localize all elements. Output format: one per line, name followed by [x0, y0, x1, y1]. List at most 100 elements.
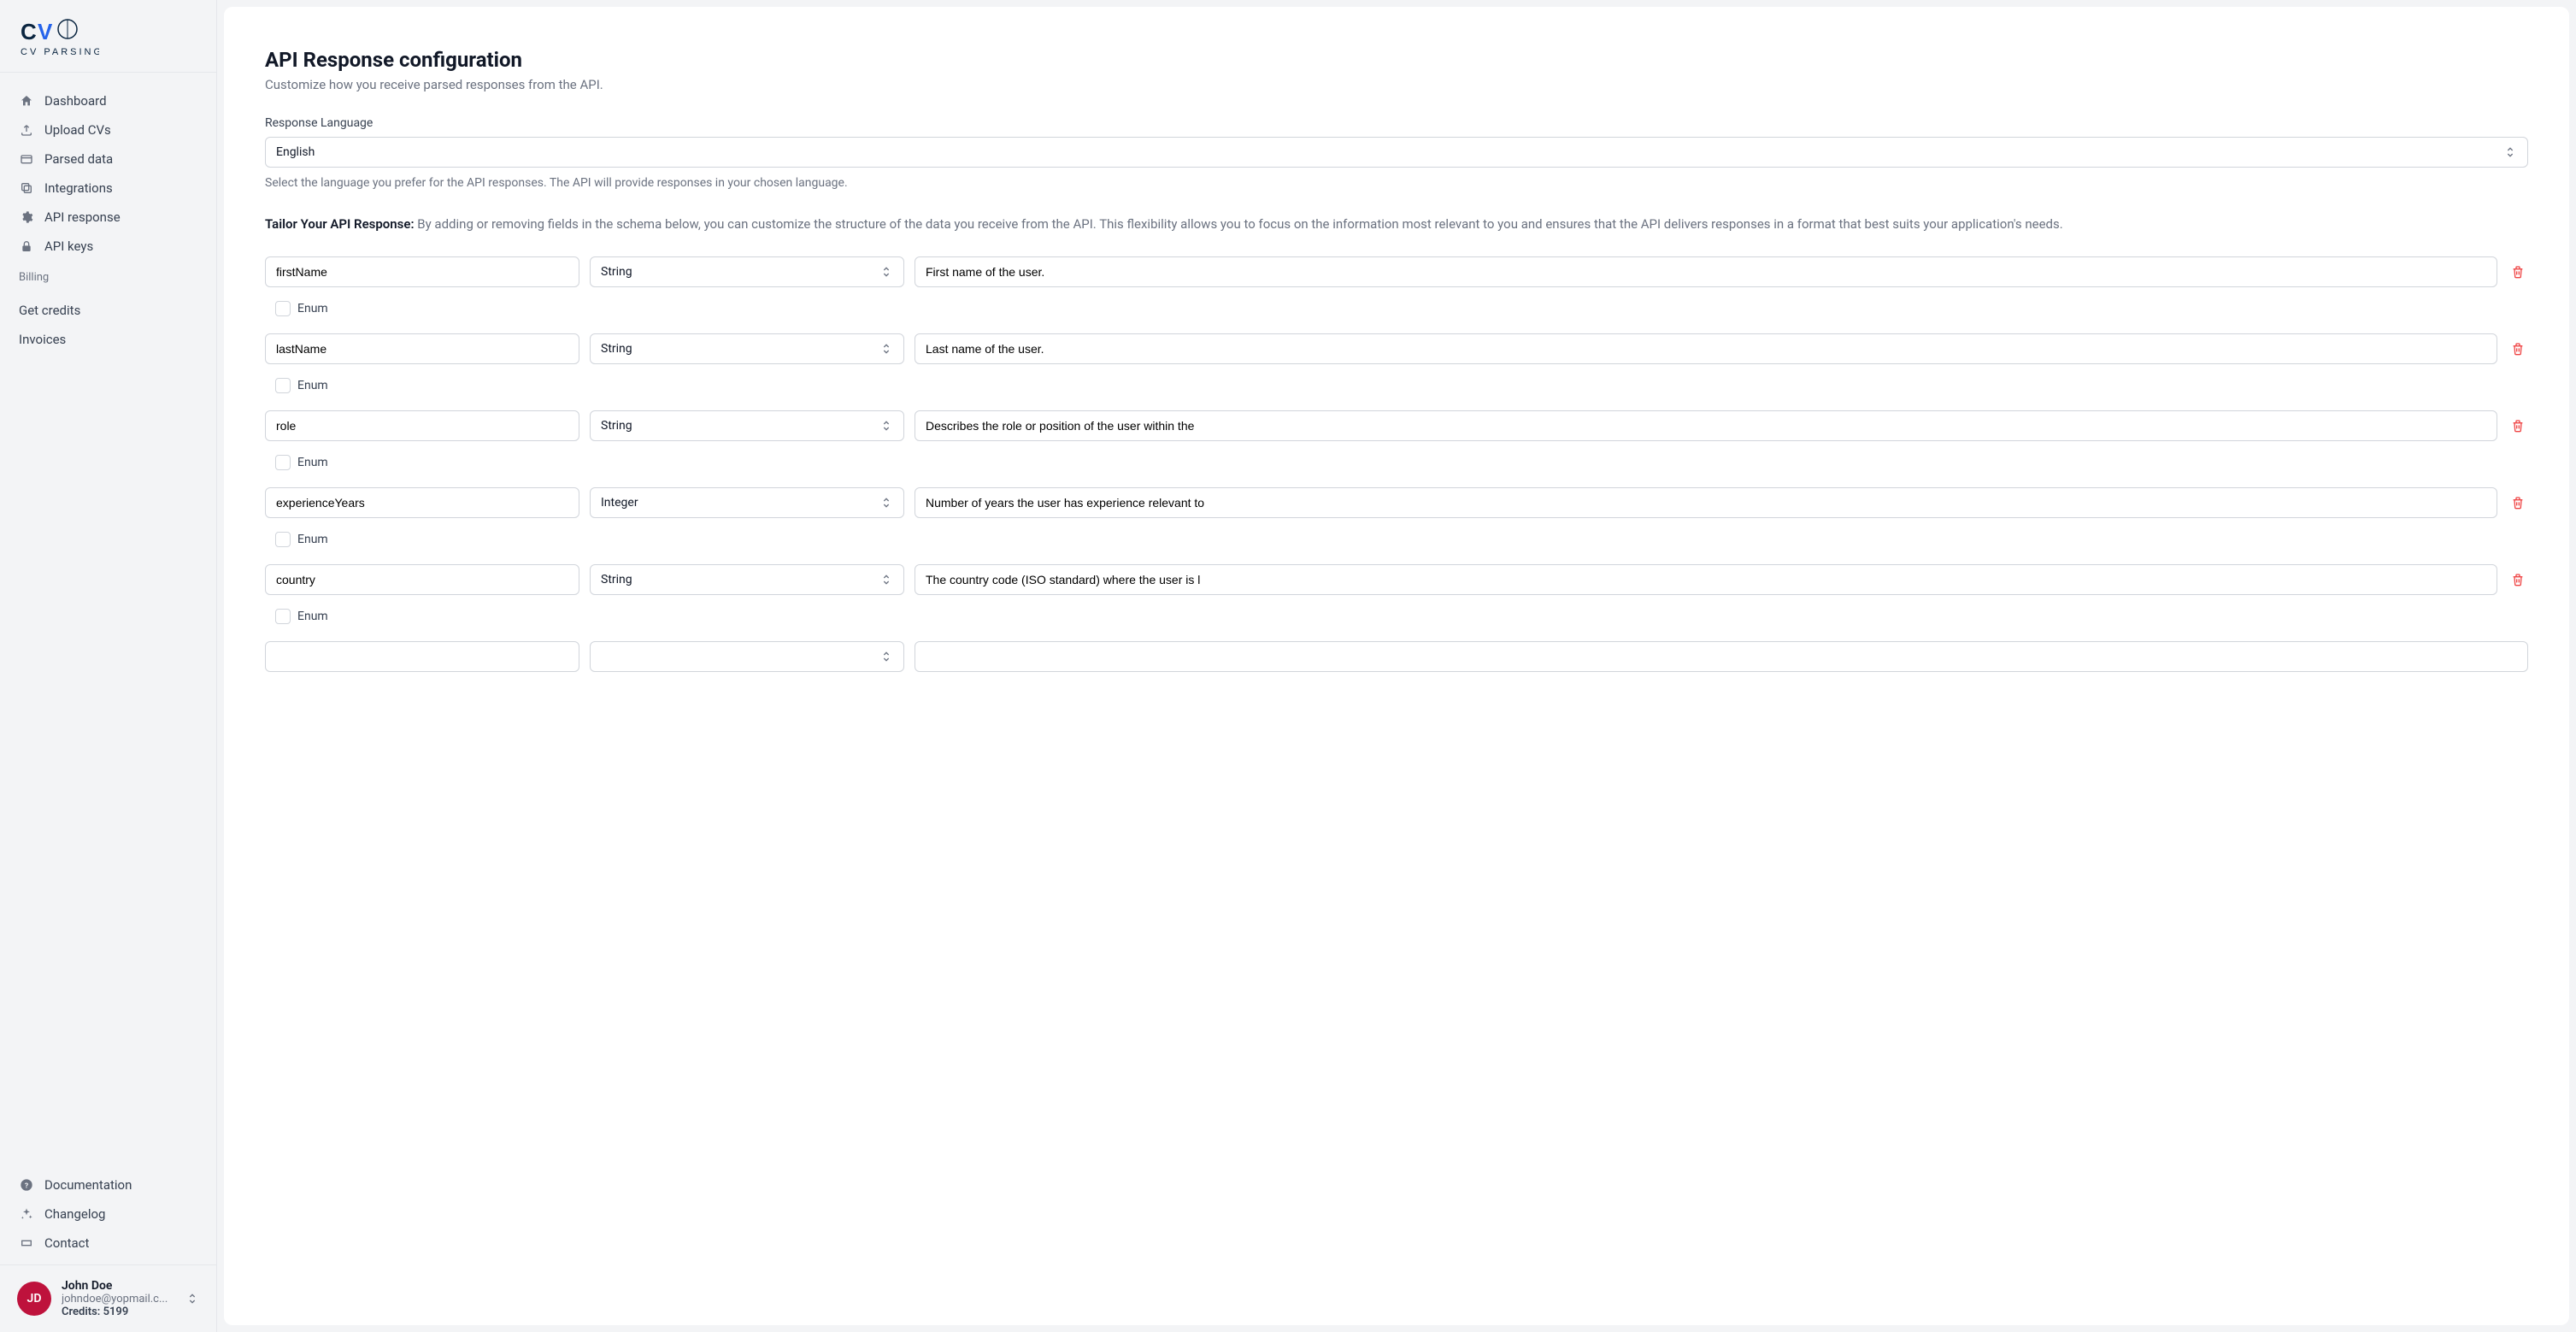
- nav-label: Documentation: [44, 1177, 132, 1193]
- select-value: String: [601, 265, 632, 279]
- response-language-select[interactable]: English: [265, 137, 2528, 168]
- user-name: John Doe: [62, 1279, 175, 1293]
- field-name-input[interactable]: [265, 641, 579, 672]
- delete-field-button[interactable]: [2508, 416, 2528, 436]
- field-type-select[interactable]: [590, 641, 904, 672]
- schema-field-row: String: [265, 333, 2528, 364]
- nav-label: Integrations: [44, 180, 113, 196]
- nav-documentation[interactable]: ? Documentation: [10, 1170, 206, 1199]
- field-description-input[interactable]: [915, 564, 2497, 595]
- enum-label: Enum: [297, 610, 328, 623]
- nav-contact[interactable]: Contact: [10, 1229, 206, 1258]
- nav-changelog[interactable]: Changelog: [10, 1199, 206, 1229]
- help-icon: ?: [19, 1177, 34, 1193]
- select-value: Integer: [601, 496, 638, 510]
- nav-api-keys[interactable]: API keys: [10, 232, 206, 261]
- delete-field-button[interactable]: [2508, 262, 2528, 282]
- tailor-description: Tailor Your API Response: By adding or r…: [265, 214, 2528, 236]
- field-description-input[interactable]: [915, 256, 2497, 287]
- field-type-select[interactable]: String: [590, 256, 904, 287]
- schema-fields: String Enum String Enum: [265, 256, 2528, 641]
- enum-label: Enum: [297, 302, 328, 315]
- nav-parsed-data[interactable]: Parsed data: [10, 144, 206, 174]
- user-info: John Doe johndoe@yopmail.c... Credits: 5…: [62, 1279, 175, 1318]
- user-credits: Credits: 5199: [62, 1305, 175, 1318]
- schema-field-row-new: [265, 641, 2528, 672]
- enum-label: Enum: [297, 379, 328, 392]
- delete-field-button[interactable]: [2508, 569, 2528, 590]
- home-icon: [19, 93, 34, 109]
- field-type-select[interactable]: String: [590, 564, 904, 595]
- gear-icon: [19, 209, 34, 225]
- enum-label: Enum: [297, 456, 328, 469]
- nav-label: Changelog: [44, 1206, 105, 1222]
- nav-label: Parsed data: [44, 151, 113, 167]
- enum-checkbox[interactable]: [275, 609, 291, 624]
- enum-toggle-row: Enum: [265, 450, 2528, 487]
- user-email: johndoe@yopmail.c...: [62, 1293, 175, 1305]
- svg-text:?: ?: [25, 1182, 28, 1190]
- field-description-input[interactable]: [915, 410, 2497, 441]
- billing-section-label: Billing: [10, 261, 206, 289]
- chevron-updown-icon: [879, 265, 893, 279]
- field-name-input[interactable]: [265, 410, 579, 441]
- delete-field-button[interactable]: [2508, 492, 2528, 513]
- sidebar: C V CV PARSING Dashboard Upload CVs Pars…: [0, 0, 217, 1332]
- enum-checkbox[interactable]: [275, 378, 291, 393]
- nav-label: Upload CVs: [44, 122, 111, 138]
- schema-field-row: String: [265, 256, 2528, 287]
- main-nav: Dashboard Upload CVs Parsed data Integra…: [0, 73, 216, 296]
- field-name-input[interactable]: [265, 564, 579, 595]
- enum-label: Enum: [297, 533, 328, 546]
- nav-label: Dashboard: [44, 93, 107, 109]
- logo-icon: C V CV PARSING: [21, 17, 99, 58]
- enum-checkbox[interactable]: [275, 532, 291, 547]
- field-name-input[interactable]: [265, 487, 579, 518]
- field-name-input[interactable]: [265, 256, 579, 287]
- select-value: String: [601, 573, 632, 586]
- nav-api-response[interactable]: API response: [10, 203, 206, 232]
- enum-checkbox[interactable]: [275, 455, 291, 470]
- ticket-icon: [19, 1235, 34, 1251]
- delete-field-button[interactable]: [2508, 339, 2528, 359]
- nav-upload[interactable]: Upload CVs: [10, 115, 206, 144]
- tailor-bold: Tailor Your API Response:: [265, 216, 415, 232]
- nav-invoices[interactable]: Invoices: [10, 325, 206, 354]
- upload-icon: [19, 122, 34, 138]
- page-subtitle: Customize how you receive parsed respons…: [265, 77, 2528, 92]
- schema-field-row: String: [265, 410, 2528, 441]
- chevron-updown-icon: [879, 496, 893, 510]
- nav-dashboard[interactable]: Dashboard: [10, 86, 206, 115]
- card-icon: [19, 151, 34, 167]
- select-value: English: [276, 145, 315, 159]
- user-menu[interactable]: JD John Doe johndoe@yopmail.c... Credits…: [0, 1264, 216, 1332]
- chevron-updown-icon: [2503, 145, 2517, 159]
- select-value: String: [601, 419, 632, 433]
- enum-checkbox[interactable]: [275, 301, 291, 316]
- billing-nav: Get credits Invoices: [0, 296, 216, 354]
- svg-text:C: C: [21, 19, 37, 44]
- svg-text:V: V: [38, 19, 53, 44]
- schema-field-row: String: [265, 564, 2528, 595]
- chevron-updown-icon: [879, 419, 893, 433]
- chevron-updown-icon: [879, 650, 893, 663]
- field-type-select[interactable]: String: [590, 410, 904, 441]
- field-type-select[interactable]: Integer: [590, 487, 904, 518]
- nav-integrations[interactable]: Integrations: [10, 174, 206, 203]
- field-name-input[interactable]: [265, 333, 579, 364]
- svg-text:CV PARSING: CV PARSING: [21, 47, 99, 57]
- chevron-updown-icon: [185, 1292, 199, 1305]
- field-description-input[interactable]: [915, 641, 2528, 672]
- tailor-rest: By adding or removing fields in the sche…: [415, 216, 2063, 232]
- chevron-updown-icon: [879, 342, 893, 356]
- logo: C V CV PARSING: [0, 0, 216, 73]
- field-description-input[interactable]: [915, 487, 2497, 518]
- nav-get-credits[interactable]: Get credits: [10, 296, 206, 325]
- nav-label: Contact: [44, 1235, 89, 1251]
- chevron-updown-icon: [879, 573, 893, 586]
- sparkles-icon: [19, 1206, 34, 1222]
- field-description-input[interactable]: [915, 333, 2497, 364]
- field-type-select[interactable]: String: [590, 333, 904, 364]
- enum-toggle-row: Enum: [265, 527, 2528, 564]
- avatar: JD: [17, 1282, 51, 1316]
